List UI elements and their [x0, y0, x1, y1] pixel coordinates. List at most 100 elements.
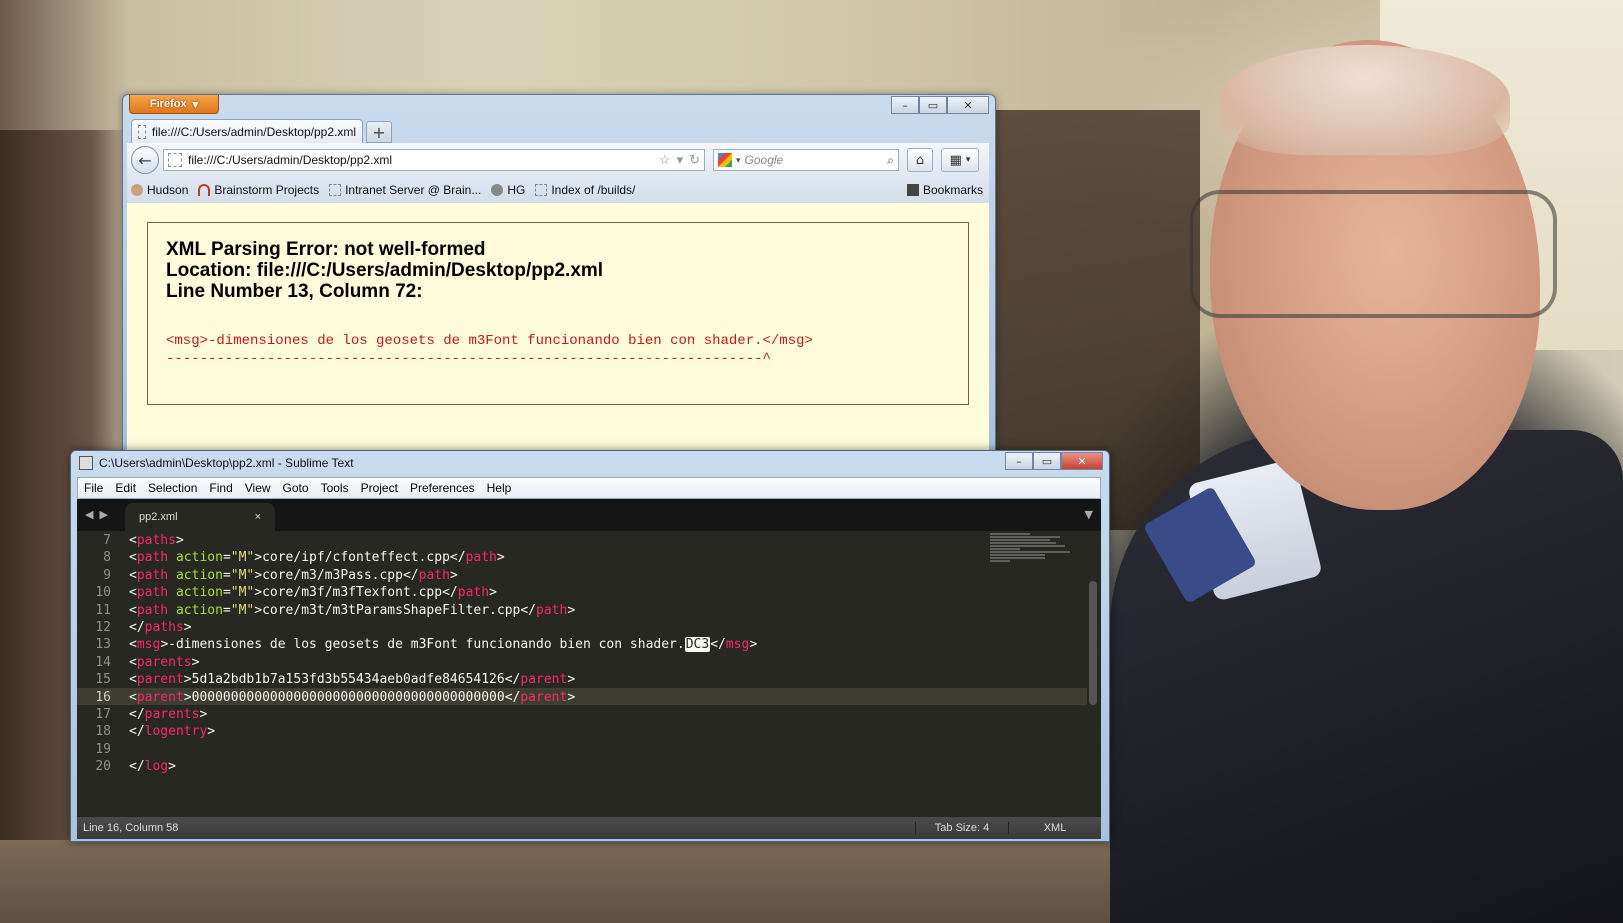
code-token: parents [144, 707, 200, 722]
maximize-button[interactable]: ▭ [919, 96, 947, 114]
line-number: 18 [95, 724, 111, 740]
bookmark-brainstorm[interactable]: Brainstorm Projects [198, 183, 319, 197]
menu-find[interactable]: Find [203, 481, 238, 495]
code-line: </paths> [129, 619, 192, 636]
arrow-right-icon[interactable]: ▶ [99, 508, 113, 521]
plus-icon: + [372, 122, 386, 142]
code-token: parent [520, 689, 568, 705]
code-token: < [129, 689, 137, 705]
code-token: "M" [230, 567, 255, 583]
menu-selection[interactable]: Selection [142, 481, 203, 495]
home-button[interactable]: ⌂ [907, 148, 933, 172]
arrow-left-icon[interactable]: ◀ [85, 508, 99, 521]
close-icon: ✕ [963, 98, 973, 112]
code-token: = [222, 585, 231, 601]
window-controls: – ▭ ✕ [891, 96, 989, 114]
code-editor[interactable]: 7 8 9 10 11 12 13 14 15 16 17 18 19 20 <… [77, 531, 1101, 817]
code-token: > [749, 637, 758, 653]
code-token: >5d1a2bdb1b7a153fd3b55434aeb0adfe8465412… [183, 672, 521, 688]
bookmark-hudson[interactable]: Hudson [131, 183, 188, 197]
menu-preferences[interactable]: Preferences [404, 481, 481, 495]
menu-tools[interactable]: Tools [315, 481, 355, 495]
code-line: <path action="M">core/m3/m3Pass.cpp</pat… [129, 567, 458, 584]
code-token: > [567, 602, 576, 618]
bookmark-label: Brainstorm Projects [214, 183, 320, 197]
addon-button[interactable]: ▦ ▾ [941, 148, 979, 172]
line-number: 14 [95, 654, 111, 670]
page-icon [138, 124, 146, 139]
sublime-titlebar: C:\Users\admin\Desktop\pp2.xml - Sublime… [79, 456, 354, 470]
minimap[interactable] [990, 533, 1070, 573]
firefox-window: Firefox ▾ – ▭ ✕ file:///C:/Users/admin/D… [122, 94, 996, 452]
code-token: < [129, 654, 137, 670]
bookmark-label: Hudson [147, 183, 189, 197]
tab-nav-arrows[interactable]: ◀▶ [85, 508, 114, 521]
code-token: action [175, 602, 223, 618]
chevron-down-icon[interactable]: ▾ [736, 155, 741, 166]
tab-list-dropdown-icon[interactable]: ▼ [1085, 508, 1093, 521]
menu-help[interactable]: Help [481, 481, 518, 495]
bookmark-label: Intranet Server @ Brain... [345, 183, 482, 197]
syntax-indicator[interactable]: XML [1008, 822, 1101, 834]
reload-icon[interactable]: ↻ [689, 152, 700, 168]
code-token: < [129, 550, 137, 566]
star-icon[interactable]: ☆ [659, 152, 671, 168]
search-icon[interactable]: ⌕ [887, 153, 894, 168]
code-token: </ [129, 707, 145, 722]
cursor-position: Line 16, Column 58 [83, 822, 179, 834]
code-token: < [129, 602, 137, 618]
menu-goto[interactable]: Goto [277, 481, 315, 495]
minimize-button[interactable]: – [1005, 452, 1033, 470]
code-token: path [136, 550, 169, 566]
minimize-button[interactable]: – [891, 96, 919, 114]
vertical-scrollbar[interactable] [1089, 581, 1097, 705]
mercurial-icon [491, 184, 504, 196]
bookmarks-menu-button[interactable]: Bookmarks [906, 183, 983, 197]
code-line: <parents> [129, 654, 199, 671]
line-number: 11 [95, 602, 111, 618]
code-token: >core/m3t/m3tParamsShapeFilter.cpp</ [254, 602, 537, 618]
dropdown-icon[interactable]: ▾ [677, 152, 684, 168]
code-token: parents [136, 654, 192, 670]
bookmark-hg[interactable]: HG [491, 183, 525, 197]
chevron-down-icon: ▾ [965, 155, 971, 165]
bookmark-builds[interactable]: Index of /builds/ [535, 183, 635, 197]
menu-file[interactable]: File [78, 481, 109, 495]
firefox-menu-button[interactable]: Firefox ▾ [129, 95, 219, 114]
menu-view[interactable]: View [239, 481, 277, 495]
back-button[interactable]: ← [131, 146, 159, 174]
code-line: </logentry> [129, 723, 215, 740]
menu-project[interactable]: Project [355, 481, 404, 495]
tab-title: file:///C:/Users/admin/Desktop/pp2.xml [151, 124, 356, 139]
tab-pp2-xml[interactable]: file:///C:/Users/admin/Desktop/pp2.xml [131, 119, 363, 143]
new-tab-button[interactable]: + [366, 121, 392, 143]
code-token: </ [129, 620, 145, 635]
menu-edit[interactable]: Edit [109, 481, 142, 495]
google-icon[interactable] [718, 153, 732, 167]
code-token: > [449, 567, 458, 583]
code-token: path [136, 602, 169, 618]
code-token: >000000000000000000000000000000000000000… [183, 689, 521, 705]
tab-pp2-xml[interactable]: pp2.xml × [125, 503, 275, 531]
code-token: >-dimensiones de los geosets de m3Font f… [160, 637, 685, 653]
code-token: >core/m3/m3Pass.cpp</ [254, 567, 419, 583]
line-number: 17 [95, 707, 111, 722]
search-bar[interactable]: ▾ Google ⌕ [713, 149, 899, 171]
maximize-icon: ▭ [1041, 454, 1053, 468]
error-title: XML Parsing Error: not well-formed [166, 239, 486, 260]
brainstorm-icon [198, 184, 211, 196]
code-token: action [175, 550, 223, 566]
firefox-menu-label: Firefox [149, 98, 187, 110]
maximize-button[interactable]: ▭ [1033, 452, 1061, 470]
close-button[interactable]: ✕ [1061, 452, 1103, 470]
window-controls: – ▭ ✕ [1005, 452, 1103, 470]
tab-size-indicator[interactable]: Tab Size: 4 [915, 822, 1008, 834]
bookmark-intranet[interactable]: Intranet Server @ Brain... [329, 183, 481, 197]
close-button[interactable]: ✕ [947, 96, 989, 114]
menu-bar: File Edit Selection Find View Goto Tools… [77, 477, 1101, 499]
close-icon[interactable]: × [255, 511, 261, 523]
url-bar[interactable]: file:///C:/Users/admin/Desktop/pp2.xml ☆… [163, 149, 705, 171]
code-token: > [567, 689, 576, 705]
